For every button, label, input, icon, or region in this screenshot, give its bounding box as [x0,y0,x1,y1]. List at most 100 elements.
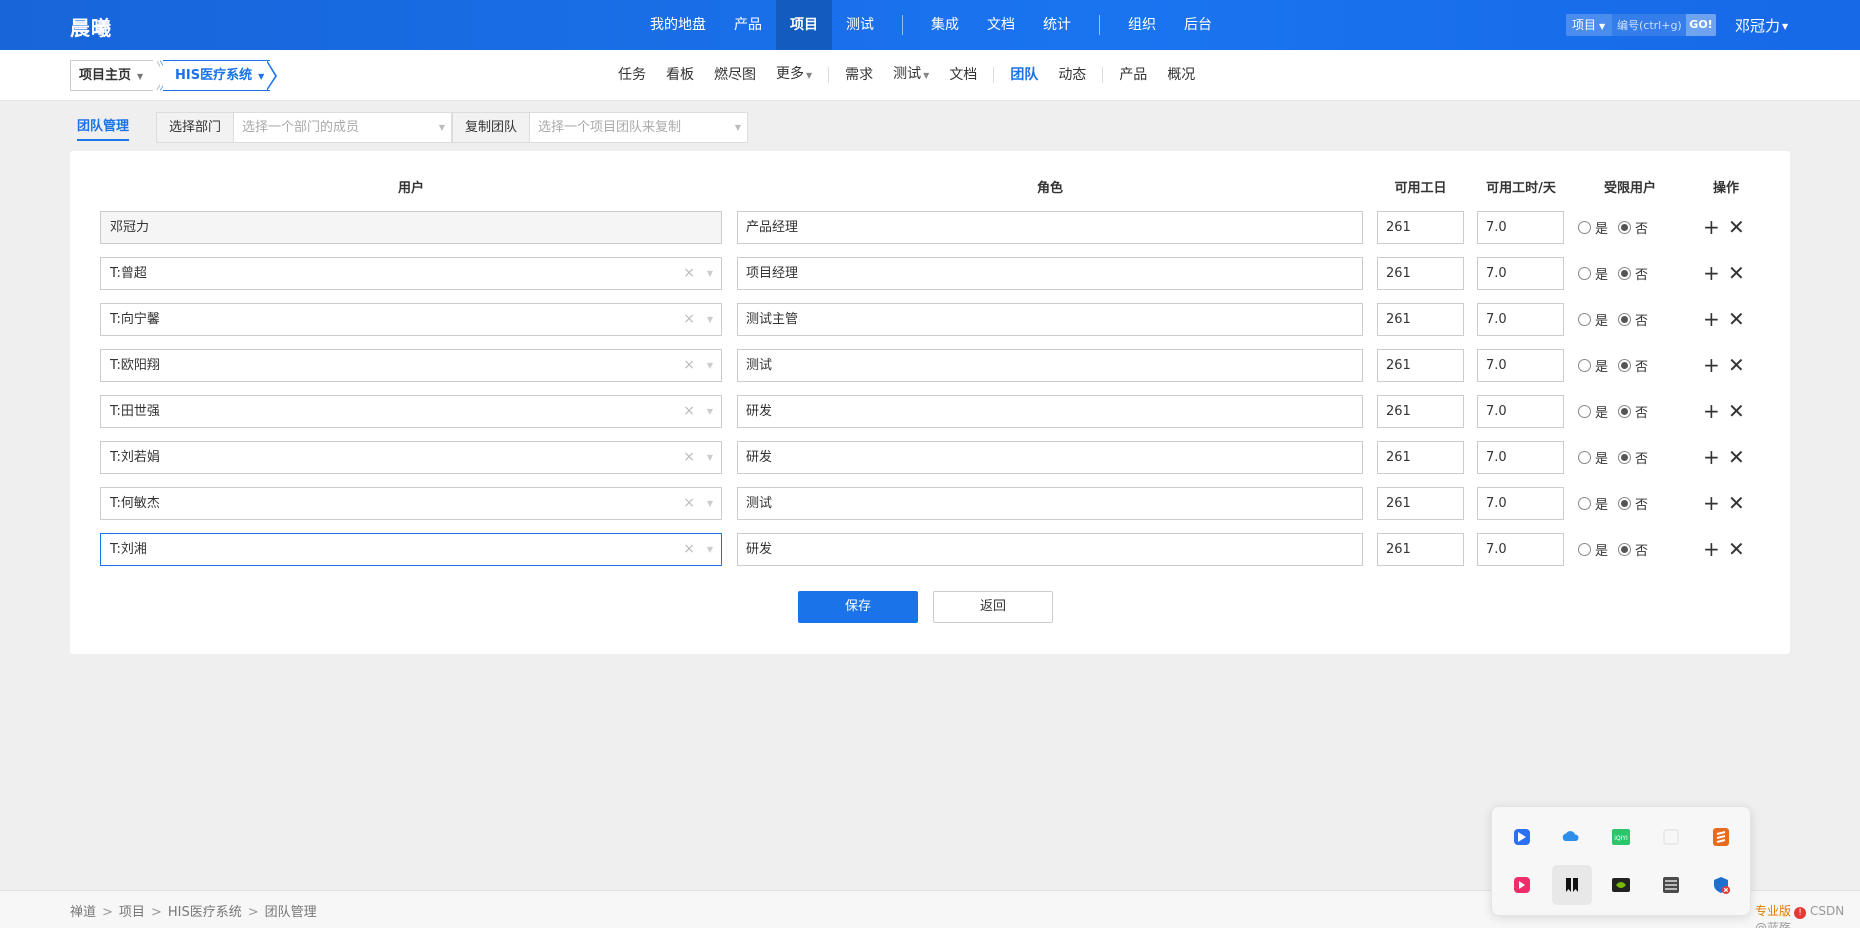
role-input[interactable]: 产品经理 [737,211,1363,244]
hours-input[interactable]: 7.0 [1477,533,1564,566]
user-select[interactable]: T:刘湘 × ▼ [100,533,722,566]
onedrive-icon[interactable] [1561,827,1581,847]
hours-input[interactable]: 7.0 [1477,487,1564,520]
radio-no[interactable] [1618,221,1632,234]
nav-project[interactable]: 项目 [776,0,832,50]
user-select[interactable]: T:向宁馨 × ▼ [100,303,722,336]
user-menu[interactable]: 邓冠力 ▼ [1735,15,1788,36]
role-input[interactable]: 测试 [737,349,1363,382]
tab-testing[interactable]: 测试 ▼ [883,49,939,101]
add-row-icon[interactable]: + [1703,398,1720,424]
radio-yes[interactable] [1578,313,1591,326]
clear-icon[interactable]: × [683,396,695,427]
nav-test[interactable]: 测试 [832,0,888,50]
nav-my-home[interactable]: 我的地盘 [636,0,720,50]
add-row-icon[interactable]: + [1703,352,1720,378]
search-go-button[interactable]: GO! [1686,14,1716,36]
tab-product[interactable]: 产品 [1109,50,1157,100]
iqiyi-icon[interactable]: iQIYI [1611,827,1631,847]
clear-icon[interactable]: × [683,488,695,519]
days-input[interactable]: 261 [1377,487,1464,520]
nav-org[interactable]: 组织 [1114,0,1170,50]
radio-yes[interactable] [1578,451,1591,464]
footer-crumb-zentao[interactable]: 禅道 [70,905,96,920]
copy-team-select[interactable]: 选择一个项目团队来复制 ▼ [530,113,747,142]
blank-icon[interactable] [1661,827,1681,847]
radio-no[interactable] [1618,267,1632,280]
radio-yes[interactable] [1578,543,1591,556]
hours-input[interactable]: 7.0 [1477,211,1564,244]
delete-row-icon[interactable]: ✕ [1728,260,1745,286]
hours-input[interactable]: 7.0 [1477,441,1564,474]
days-input[interactable]: 261 [1377,211,1464,244]
radio-no[interactable] [1618,451,1632,464]
radio-no[interactable] [1618,313,1632,326]
add-row-icon[interactable]: + [1703,214,1720,240]
user-select[interactable]: T:何敏杰 × ▼ [100,487,722,520]
archive-icon[interactable] [1661,875,1681,895]
save-button[interactable]: 保存 [798,591,918,623]
tab-overview[interactable]: 概况 [1157,50,1205,100]
tab-more[interactable]: 更多 ▼ [766,49,822,101]
radio-no[interactable] [1618,359,1632,372]
role-input[interactable]: 测试主管 [737,303,1363,336]
role-input[interactable]: 测试 [737,487,1363,520]
role-input[interactable]: 研发 [737,395,1363,428]
user-select[interactable]: T:欧阳翔 × ▼ [100,349,722,382]
nav-integration[interactable]: 集成 [917,0,973,50]
delete-row-icon[interactable]: ✕ [1728,536,1745,562]
clear-icon[interactable]: × [683,304,695,335]
project-home-dropdown[interactable]: 项目主页 ▼ [70,60,154,91]
hours-input[interactable]: 7.0 [1477,257,1564,290]
back-button[interactable]: 返回 [933,591,1053,623]
bilibili-icon[interactable] [1512,875,1532,895]
add-row-icon[interactable]: + [1703,306,1720,332]
radio-yes[interactable] [1578,405,1591,418]
defender-icon[interactable] [1711,875,1731,895]
tab-kanban[interactable]: 看板 [656,50,704,100]
user-select[interactable]: T:刘若娟 × ▼ [100,441,722,474]
add-row-icon[interactable]: + [1703,260,1720,286]
feishu-icon[interactable] [1512,827,1532,847]
days-input[interactable]: 261 [1377,303,1464,336]
radio-yes[interactable] [1578,359,1591,372]
team-manage-tab[interactable]: 团队管理 [77,115,130,141]
days-input[interactable]: 261 [1377,533,1464,566]
user-select[interactable]: T:田世强 × ▼ [100,395,722,428]
add-row-icon[interactable]: + [1703,444,1720,470]
nav-admin[interactable]: 后台 [1170,0,1226,50]
nvidia-icon[interactable] [1611,875,1631,895]
hours-input[interactable]: 7.0 [1477,395,1564,428]
days-input[interactable]: 261 [1377,257,1464,290]
search-type-select[interactable]: 项目 ▼ [1566,14,1612,36]
role-input[interactable]: 研发 [737,441,1363,474]
project-switcher[interactable]: HIS医疗系统 ▼ [163,60,271,91]
tab-tasks[interactable]: 任务 [608,50,656,100]
nav-docs[interactable]: 文档 [973,0,1029,50]
search-input[interactable] [1612,14,1686,36]
delete-row-icon[interactable]: ✕ [1728,306,1745,332]
role-input[interactable]: 研发 [737,533,1363,566]
nav-stats[interactable]: 统计 [1029,0,1085,50]
clear-icon[interactable]: × [683,350,695,381]
tab-team[interactable]: 团队 [1000,50,1048,100]
radio-no[interactable] [1618,405,1632,418]
days-input[interactable]: 261 [1377,395,1464,428]
dept-select[interactable]: 选择一个部门的成员 ▼ [234,113,451,142]
sublime-icon[interactable] [1711,827,1731,847]
delete-row-icon[interactable]: ✕ [1728,214,1745,240]
radio-no[interactable] [1618,497,1632,510]
delete-row-icon[interactable]: ✕ [1728,490,1745,516]
nav-product[interactable]: 产品 [720,0,776,50]
tab-burndown[interactable]: 燃尽图 [704,50,766,100]
days-input[interactable]: 261 [1377,349,1464,382]
delete-row-icon[interactable]: ✕ [1728,444,1745,470]
radio-yes[interactable] [1578,497,1591,510]
hours-input[interactable]: 7.0 [1477,349,1564,382]
tab-stories[interactable]: 需求 [835,50,883,100]
add-row-icon[interactable]: + [1703,536,1720,562]
role-input[interactable]: 项目经理 [737,257,1363,290]
radio-yes[interactable] [1578,267,1591,280]
notion-icon[interactable] [1562,875,1582,895]
delete-row-icon[interactable]: ✕ [1728,398,1745,424]
